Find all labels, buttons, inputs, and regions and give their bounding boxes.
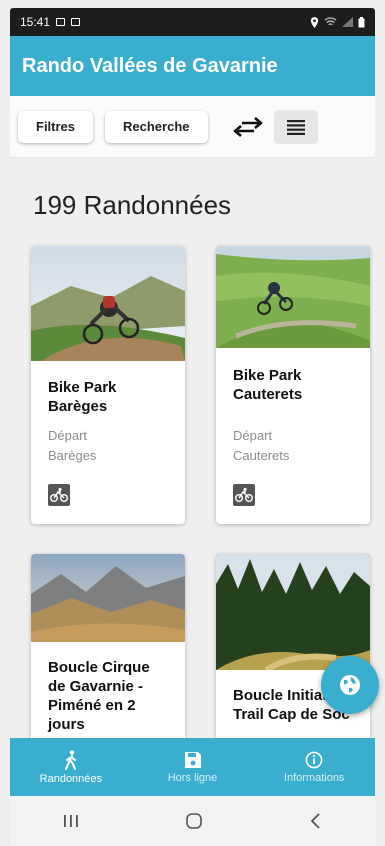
hike-card[interactable]: Bike Park Barèges Départ Barèges [31,246,185,524]
depart-place: Barèges [48,448,97,463]
cycling-icon [48,484,70,506]
nav-label: Randonnées [39,772,103,785]
hike-card[interactable]: Boucle Cirque de Gavarnie - Piméné en 2 … [31,554,185,754]
recent-apps-icon[interactable] [62,813,80,829]
search-button[interactable]: Recherche [105,110,208,143]
nav-item-hors-ligne[interactable]: Hors ligne [132,738,254,796]
hike-photo [31,246,185,361]
hike-photo [216,246,370,348]
globe-icon [340,675,360,695]
gallery-notification-icon [56,18,66,26]
hike-name-line: jours [48,716,85,733]
map-fab[interactable] [321,656,379,714]
nav-item-randonnees[interactable]: Randonnées [10,738,132,796]
depart-place: Cauterets [233,448,290,463]
hike-card[interactable]: Bike Park Cauterets Départ Cauterets [216,246,370,524]
nav-label: Hors ligne [167,771,218,784]
swap-arrows-icon [233,116,262,137]
app-title: Rando Vallées de Gavarnie [22,54,278,77]
hike-name-line: Piméné en 2 [48,697,136,714]
battery-icon [358,16,365,27]
bottom-navigation: Randonnées Hors ligne Informations [10,738,375,796]
menu-icon [286,119,305,135]
depart-label: Départ [48,428,88,443]
depart-label: Départ [233,428,273,443]
list-view-button[interactable] [273,109,318,144]
hike-name-line: Barèges [48,398,108,415]
status-time: 15:41 [20,15,51,29]
wifi-icon [324,17,337,26]
hike-name-line: Cauterets [233,386,303,403]
location-icon [310,16,319,28]
nav-item-informations[interactable]: Informations [253,738,375,796]
info-icon [305,751,323,768]
home-icon[interactable] [184,811,204,831]
hike-photo [216,554,370,670]
filter-toolbar: Filtres Recherche [10,96,375,158]
nav-label: Informations [283,771,345,784]
calendar-notification-icon [71,18,81,26]
hike-name-line: Bike Park [48,379,117,396]
hike-photo [31,554,185,642]
hike-card[interactable]: Boucle Initiat Trail Cap de Soc [216,554,370,754]
app-bar: Rando Vallées de Gavarnie [10,36,375,96]
cycling-icon [233,484,255,506]
save-icon [184,751,201,768]
status-bar: 15:41 [10,8,375,36]
filters-button[interactable]: Filtres [18,110,94,143]
hike-name-line: de Gavarnie - [48,678,144,695]
back-icon[interactable] [309,812,323,830]
signal-icon [342,17,353,27]
results-count-title: 199 Randonnées [33,190,232,220]
hike-name-line: Boucle Cirque [48,659,150,676]
sort-toggle-button[interactable] [230,111,266,143]
hiker-icon [64,749,76,770]
hike-name-line: Bike Park [233,367,302,384]
system-navigation-bar [10,796,375,846]
